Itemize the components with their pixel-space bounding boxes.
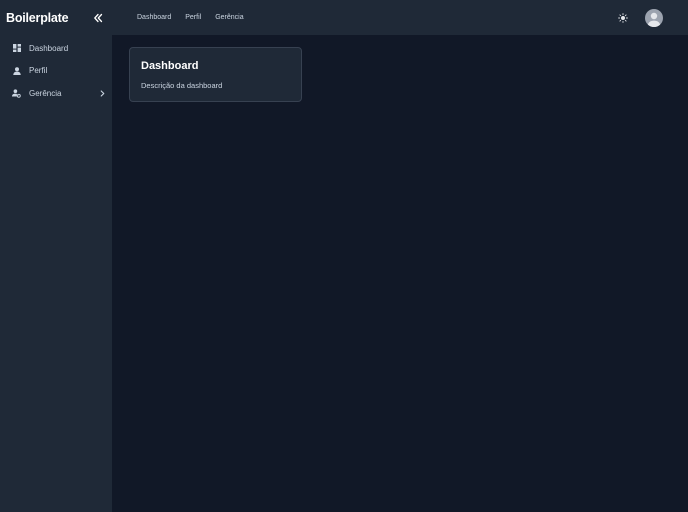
sidebar-item-label: Perfil	[29, 66, 48, 76]
sidebar-item-label: Dashboard	[29, 43, 69, 53]
sun-icon	[618, 12, 628, 23]
user-avatar-button[interactable]	[645, 8, 663, 27]
sidebar-nav: Dashboard Perfil Gerência	[0, 35, 112, 105]
sidebar-item-dashboard[interactable]: Dashboard	[0, 37, 112, 60]
user-avatar-icon	[647, 12, 661, 27]
brand-logo[interactable]: Boilerplate	[6, 11, 69, 25]
topnav-link-dashboard[interactable]: Dashboard	[137, 14, 171, 21]
top-navbar: Dashboard Perfil Gerência	[112, 0, 688, 35]
chevron-right-icon	[99, 89, 105, 97]
top-nav: Dashboard Perfil Gerência	[112, 14, 258, 21]
sidebar-item-label: Gerência	[29, 88, 62, 98]
collapse-sidebar-button[interactable]	[91, 11, 105, 25]
card-title: Dashboard	[141, 60, 199, 72]
user-icon	[12, 66, 21, 75]
sidebar-item-gerencia[interactable]: Gerência	[0, 82, 112, 105]
user-cog-icon	[12, 89, 21, 98]
topnav-link-perfil[interactable]: Perfil	[185, 14, 201, 21]
topnav-link-gerencia[interactable]: Gerência	[215, 14, 243, 21]
chevrons-left-icon	[94, 13, 103, 22]
sidebar-header: Boilerplate	[0, 0, 112, 35]
dashboard-card: Dashboard Descrição da dashboard	[129, 47, 302, 102]
card-description: Descrição da dashboard	[141, 81, 223, 90]
theme-toggle-button[interactable]	[618, 12, 628, 23]
dashboard-grid-icon	[12, 44, 21, 53]
sidebar: Boilerplate Dashboard Perfil Gerência	[0, 0, 112, 512]
sidebar-item-perfil[interactable]: Perfil	[0, 60, 112, 83]
main-content: Dashboard Descrição da dashboard	[112, 35, 688, 512]
topbar-actions	[618, 8, 688, 27]
